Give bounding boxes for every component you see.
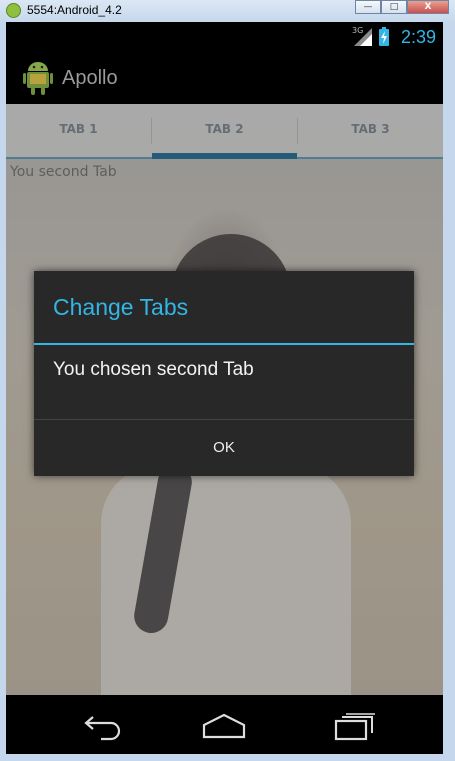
- status-bar: 3G 2:39: [6, 22, 443, 52]
- battery-icon: [379, 29, 389, 46]
- home-icon[interactable]: [194, 707, 254, 743]
- window-title: 5554:Android_4.2: [27, 3, 122, 17]
- window-controls: — □ X: [355, 0, 449, 14]
- window-border-bottom: [0, 754, 455, 761]
- action-bar: Apollo: [6, 52, 443, 104]
- app-title: Apollo: [62, 67, 118, 89]
- selected-tab-indicator: [152, 153, 297, 159]
- tab-3[interactable]: TAB 3: [298, 104, 443, 159]
- tab-bar: TAB 1 TAB 2 TAB 3: [6, 104, 443, 159]
- change-tabs-dialog: Change Tabs You chosen second Tab OK: [34, 271, 414, 476]
- android-emulator-icon: [6, 3, 21, 18]
- android-robot-icon[interactable]: [22, 60, 54, 96]
- status-clock: 2:39: [401, 27, 437, 47]
- window-titlebar: 5554:Android_4.2 — □ X: [0, 0, 455, 22]
- back-icon[interactable]: [71, 707, 131, 743]
- maximize-button[interactable]: □: [381, 0, 407, 14]
- signal-icon: [354, 28, 372, 46]
- emulator-screen: 3G 2:39 Apollo TAB 1 TAB 2 TAB 3 You sec…: [6, 22, 443, 754]
- dialog-message: You chosen second Tab: [53, 359, 254, 380]
- minimize-button[interactable]: —: [355, 0, 381, 14]
- dialog-title: Change Tabs: [53, 294, 189, 320]
- window-border-right: [443, 22, 455, 761]
- content-text: You second Tab: [10, 164, 117, 180]
- tab-1[interactable]: TAB 1: [6, 104, 151, 159]
- ok-button[interactable]: OK: [34, 420, 414, 476]
- tab-2[interactable]: TAB 2: [152, 104, 297, 159]
- navigation-bar: [6, 695, 443, 754]
- close-button[interactable]: X: [407, 0, 449, 14]
- charging-bolt-icon: [381, 31, 387, 44]
- dialog-title-divider: [34, 343, 414, 345]
- recent-apps-icon[interactable]: [324, 707, 384, 743]
